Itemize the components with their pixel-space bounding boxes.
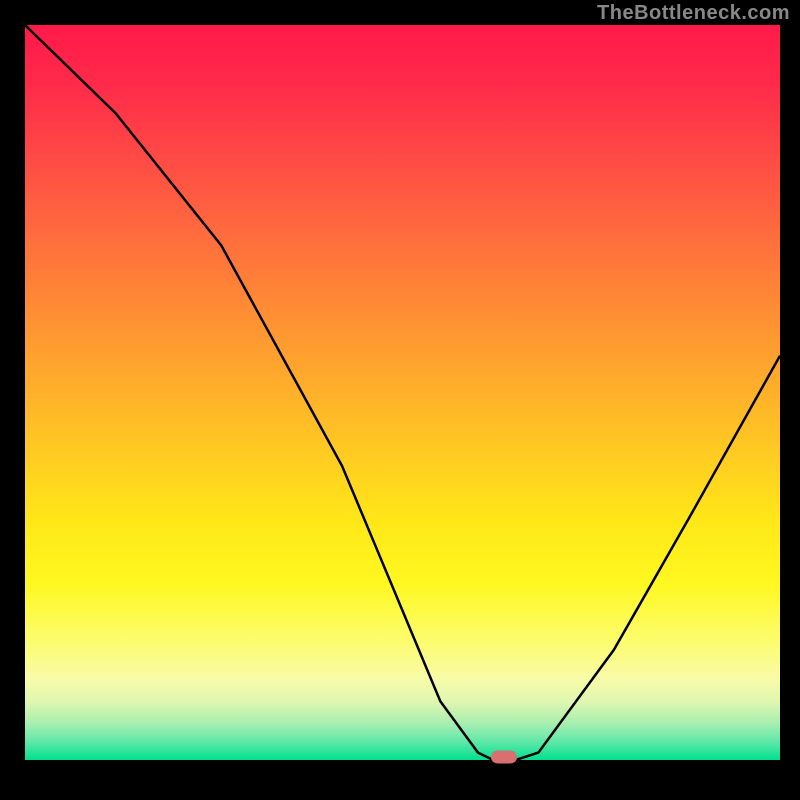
chart-plot-area: [25, 25, 780, 760]
optimal-marker: [491, 751, 517, 764]
bottleneck-curve: [25, 25, 780, 760]
watermark-text: TheBottleneck.com: [597, 2, 790, 25]
